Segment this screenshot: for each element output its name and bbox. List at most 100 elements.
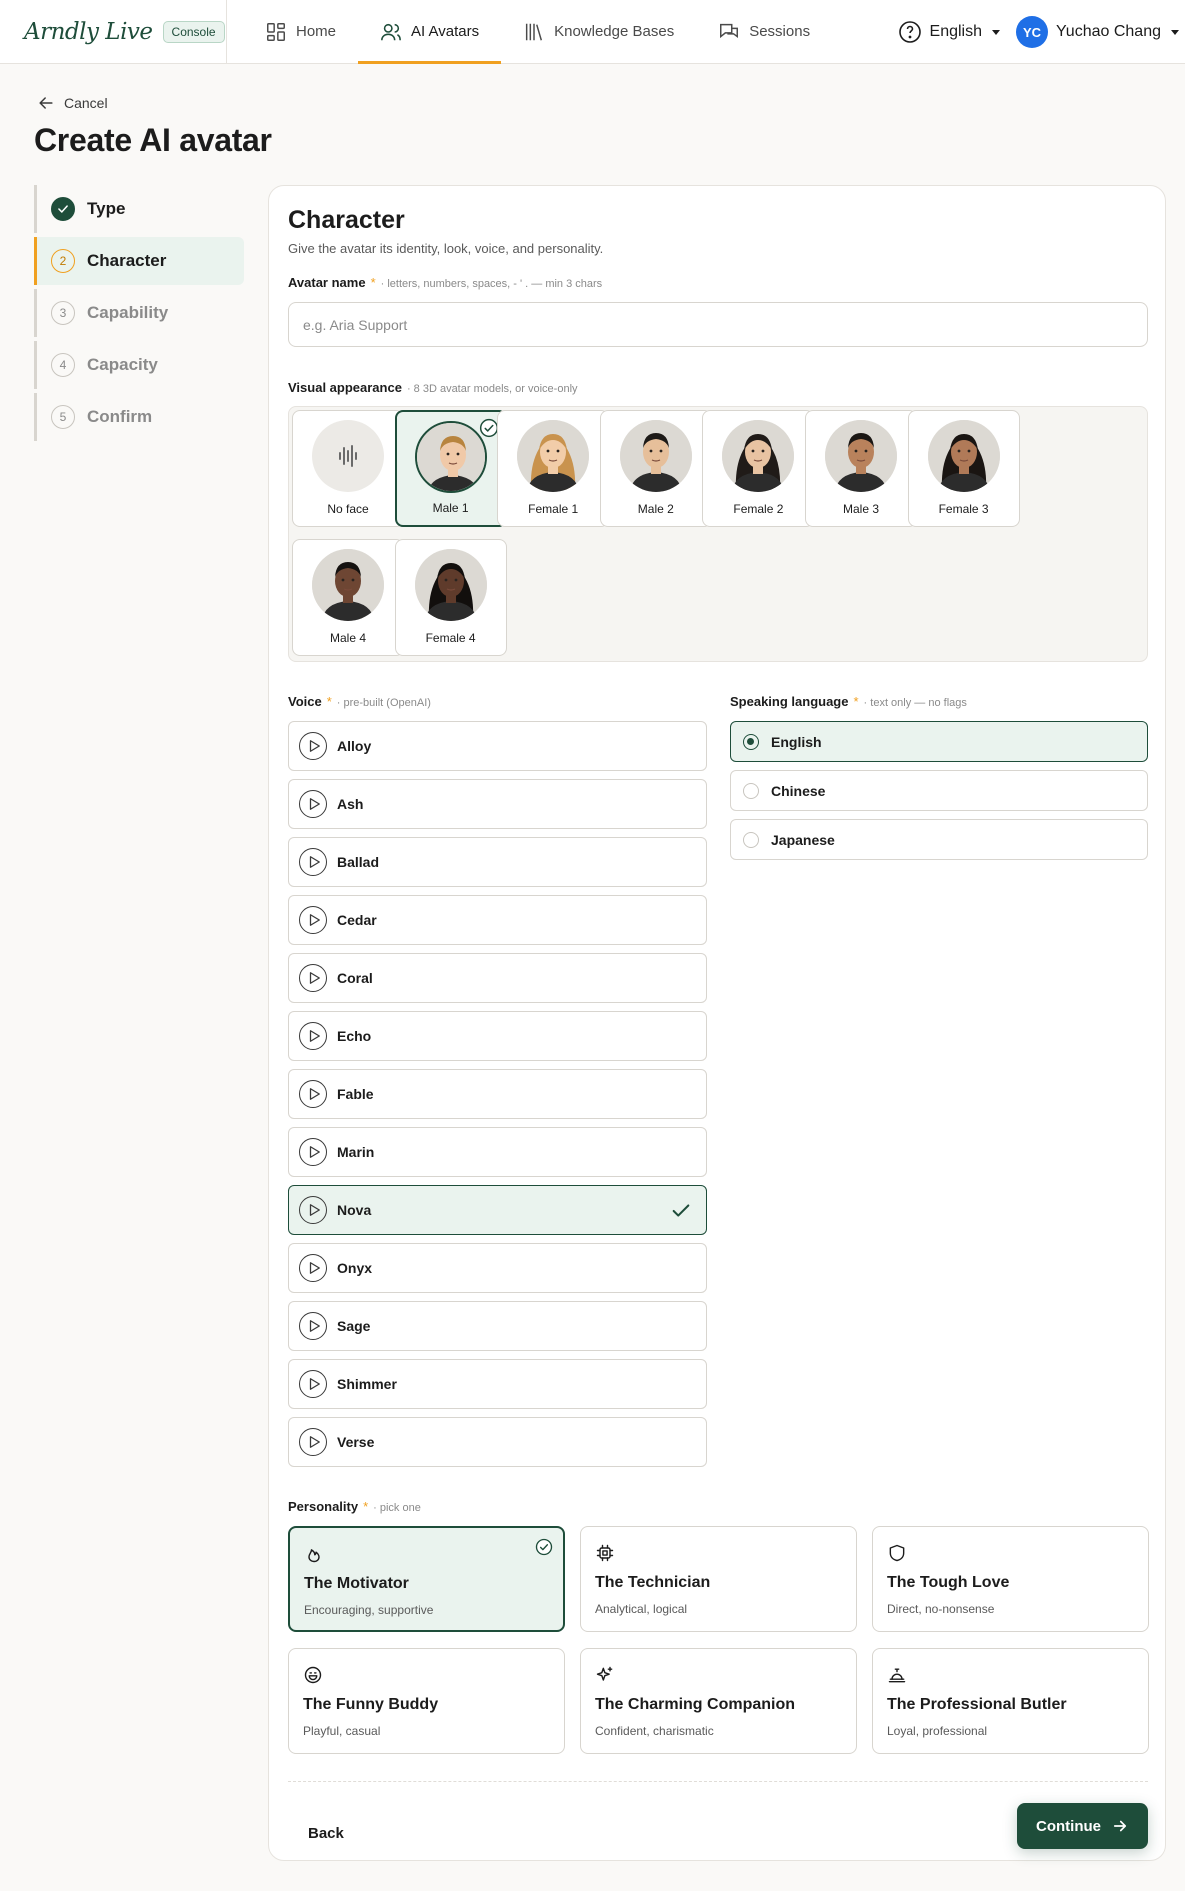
- language-selector[interactable]: English: [898, 20, 1001, 44]
- personality-option-the-technician[interactable]: The Technician Analytical, logical: [580, 1526, 857, 1632]
- voice-option-fable[interactable]: Fable: [288, 1069, 707, 1119]
- personality-option-the-professional-butler[interactable]: The Professional Butler Loyal, profession…: [872, 1648, 1149, 1754]
- personality-title: The Technician: [595, 1574, 711, 1591]
- avatar-option-label: Female 3: [938, 502, 989, 516]
- play-icon[interactable]: [299, 906, 327, 934]
- voice-option-sage[interactable]: Sage: [288, 1301, 707, 1351]
- voice-option-alloy[interactable]: Alloy: [288, 721, 707, 771]
- personality-title: The Professional Butler: [887, 1696, 1067, 1713]
- step-capability[interactable]: 3 Capability: [34, 289, 244, 337]
- speaking-language-label: Speaking language * · text only — no fla…: [730, 694, 967, 709]
- top-navigation-bar: Arndly Live Console Home AI Avatars Know…: [0, 0, 1185, 64]
- language-option-english[interactable]: English: [730, 721, 1148, 762]
- shield-icon: [887, 1543, 907, 1563]
- avatar-name-input[interactable]: [288, 302, 1148, 347]
- step-confirm[interactable]: 5 Confirm: [34, 393, 244, 441]
- play-icon[interactable]: [299, 848, 327, 876]
- user-menu[interactable]: YC Yuchao Chang: [1016, 16, 1179, 48]
- voice-option-shimmer[interactable]: Shimmer: [288, 1359, 707, 1409]
- voice-option-coral[interactable]: Coral: [288, 953, 707, 1003]
- play-icon[interactable]: [299, 1254, 327, 1282]
- voice-option-ballad[interactable]: Ballad: [288, 837, 707, 887]
- avatar-option-male-1[interactable]: Male 1: [394, 410, 507, 527]
- divider: [288, 1781, 1148, 1782]
- voice-option-nova[interactable]: Nova: [288, 1185, 707, 1235]
- language-name: Japanese: [771, 831, 835, 848]
- personality-option-the-charming-companion[interactable]: The Charming Companion Confident, charism…: [580, 1648, 857, 1754]
- voice-option-verse[interactable]: Verse: [288, 1417, 707, 1467]
- nav-tab-label: Knowledge Bases: [554, 23, 675, 40]
- avatar-option-label: Female 2: [733, 502, 784, 516]
- voice-option-echo[interactable]: Echo: [288, 1011, 707, 1061]
- avatar-portrait: [414, 549, 487, 621]
- radio-button[interactable]: [743, 782, 759, 799]
- step-character[interactable]: 2 Character: [34, 237, 244, 285]
- voice-name: Marin: [337, 1144, 375, 1160]
- step-capacity[interactable]: 4 Capacity: [34, 341, 244, 389]
- avatar-name-label: Avatar name * · letters, numbers, spaces…: [288, 275, 602, 290]
- label-text: Avatar name: [288, 275, 366, 290]
- avatar-option-male-4[interactable]: Male 4: [292, 539, 404, 656]
- play-icon[interactable]: [299, 964, 327, 992]
- nav-tabs: Home AI Avatars Knowledge Bases Sessions: [243, 0, 832, 64]
- label-text: Visual appearance: [288, 380, 402, 395]
- step-type[interactable]: Type: [34, 185, 244, 233]
- step-label: Capability: [87, 303, 169, 322]
- continue-label: Continue: [1036, 1817, 1101, 1835]
- personality-description: Loyal, professional: [887, 1724, 988, 1738]
- voice-option-marin[interactable]: Marin: [288, 1127, 707, 1177]
- avatar-portrait: [619, 420, 692, 492]
- voice-option-onyx[interactable]: Onyx: [288, 1243, 707, 1293]
- voice-name: Fable: [337, 1086, 374, 1102]
- avatar-option-female-1[interactable]: Female 1: [497, 410, 610, 527]
- voice-option-cedar[interactable]: Cedar: [288, 895, 707, 945]
- nav-tab-label: Sessions: [749, 23, 811, 40]
- radio-button[interactable]: [743, 831, 759, 848]
- play-icon[interactable]: [299, 1080, 327, 1108]
- avatar-portrait: [517, 420, 590, 492]
- step-label: Capacity: [87, 355, 158, 374]
- play-icon[interactable]: [299, 1022, 327, 1050]
- avatar-option-label: Male 4: [329, 631, 367, 645]
- play-icon[interactable]: [299, 1138, 327, 1166]
- play-icon[interactable]: [299, 1428, 327, 1456]
- language-option-japanese[interactable]: Japanese: [730, 819, 1148, 860]
- nav-tab-home[interactable]: Home: [243, 0, 358, 64]
- avatar-option-male-2[interactable]: Male 2: [599, 410, 712, 527]
- nav-tab-label: AI Avatars: [411, 23, 480, 40]
- back-button[interactable]: Back: [288, 1810, 364, 1856]
- play-icon[interactable]: [299, 1370, 327, 1398]
- avatar-option-male-3[interactable]: Male 3: [805, 410, 917, 527]
- label-hint: · letters, numbers, spaces, - ' . — min …: [380, 278, 603, 290]
- step-label: Confirm: [87, 407, 153, 426]
- appearance-grid: No face Male 1 Female 1 Male 2 Female 2 Male …: [288, 406, 1148, 662]
- voice-option-ash[interactable]: Ash: [288, 779, 707, 829]
- play-icon[interactable]: [299, 1196, 327, 1224]
- play-icon[interactable]: [299, 1312, 327, 1340]
- play-icon[interactable]: [299, 790, 327, 818]
- cancel-link[interactable]: Cancel: [36, 93, 108, 113]
- brand: Arndly Live Console: [0, 0, 227, 64]
- avatar-option-female-2[interactable]: Female 2: [702, 410, 815, 527]
- nav-tab-ai-avatars[interactable]: AI Avatars: [358, 0, 502, 64]
- language-name: Chinese: [771, 782, 826, 799]
- continue-button[interactable]: Continue: [1017, 1803, 1148, 1849]
- library-icon: [526, 23, 543, 40]
- avatar-option-female-3[interactable]: Female 3: [907, 410, 1020, 527]
- nav-tab-knowledge-bases[interactable]: Knowledge Bases: [501, 0, 696, 64]
- voice-name: Ash: [337, 796, 364, 812]
- personality-option-the-motivator[interactable]: The Motivator Encouraging, supportive: [288, 1526, 565, 1632]
- avatar-portrait: [312, 549, 384, 621]
- avatar-option-no-face[interactable]: No face: [292, 410, 404, 527]
- play-icon[interactable]: [299, 732, 327, 760]
- personality-option-the-tough-love[interactable]: The Tough Love Direct, no-nonsense: [872, 1526, 1149, 1632]
- language-option-chinese[interactable]: Chinese: [730, 770, 1148, 811]
- nav-tab-sessions[interactable]: Sessions: [696, 0, 832, 64]
- logo[interactable]: Arndly Live: [24, 19, 153, 45]
- grid-icon: [267, 22, 285, 41]
- personality-option-the-funny-buddy[interactable]: The Funny Buddy Playful, casual: [288, 1648, 565, 1754]
- radio-button[interactable]: [743, 733, 759, 750]
- avatar-option-female-4[interactable]: Female 4: [394, 539, 507, 656]
- avatar-portrait: [722, 420, 795, 492]
- language-name: English: [771, 733, 822, 750]
